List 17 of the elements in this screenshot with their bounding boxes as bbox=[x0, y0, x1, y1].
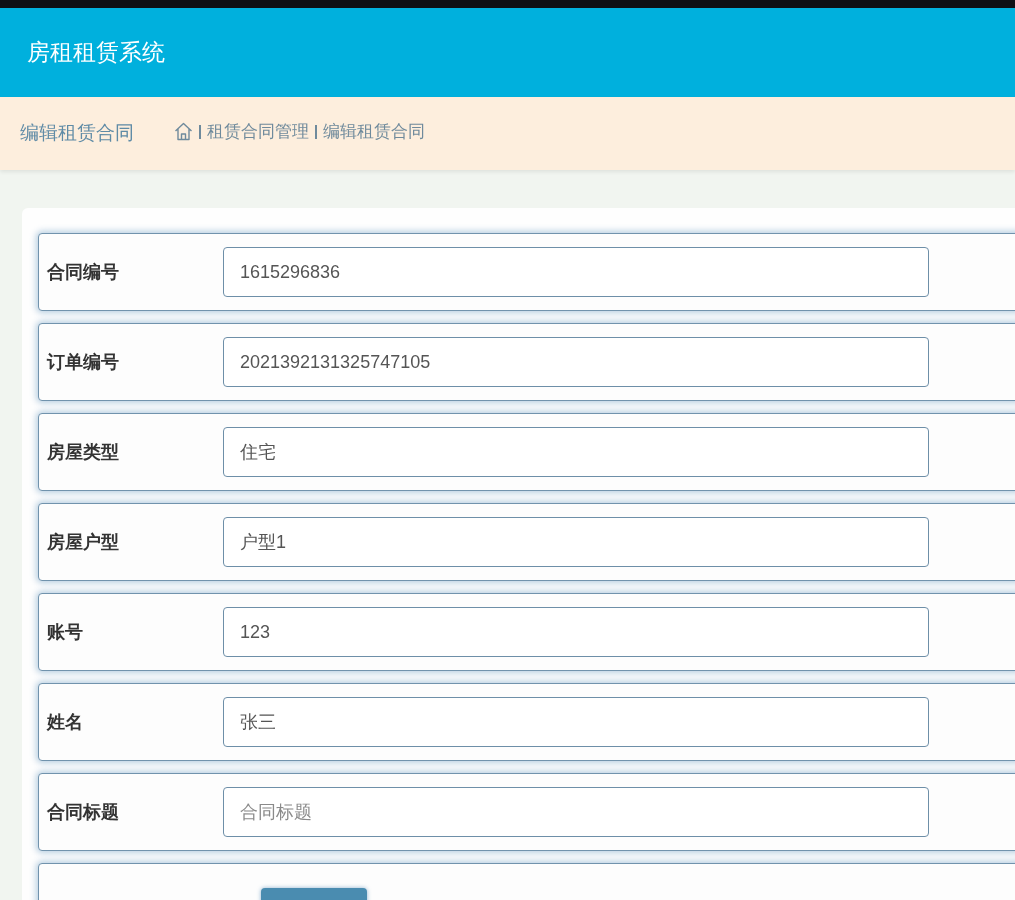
input-field[interactable]: 1615296836 bbox=[223, 247, 929, 297]
input-field[interactable]: 张三 bbox=[223, 697, 929, 747]
app-title: 房租租赁系统 bbox=[27, 38, 165, 68]
field-label: 房屋类型 bbox=[47, 440, 120, 464]
input-field[interactable]: 2021392131325747105 bbox=[223, 337, 929, 387]
input-field[interactable]: 户型1 bbox=[223, 517, 929, 567]
field-label: 账号 bbox=[47, 620, 84, 644]
field-label: 房屋户型 bbox=[47, 530, 120, 554]
field-label: 订单编号 bbox=[47, 350, 120, 374]
page-title: 编辑租赁合同 bbox=[20, 121, 134, 146]
field-label: 合同标题 bbox=[47, 800, 120, 824]
input-field[interactable]: 住宅 bbox=[223, 427, 929, 477]
field-label: 姓名 bbox=[47, 710, 84, 734]
input-field[interactable]: 合同标题 bbox=[223, 787, 929, 837]
home-icon[interactable] bbox=[174, 122, 193, 141]
field-label: 合同编号 bbox=[47, 260, 120, 284]
input-field[interactable]: 123 bbox=[223, 607, 929, 657]
